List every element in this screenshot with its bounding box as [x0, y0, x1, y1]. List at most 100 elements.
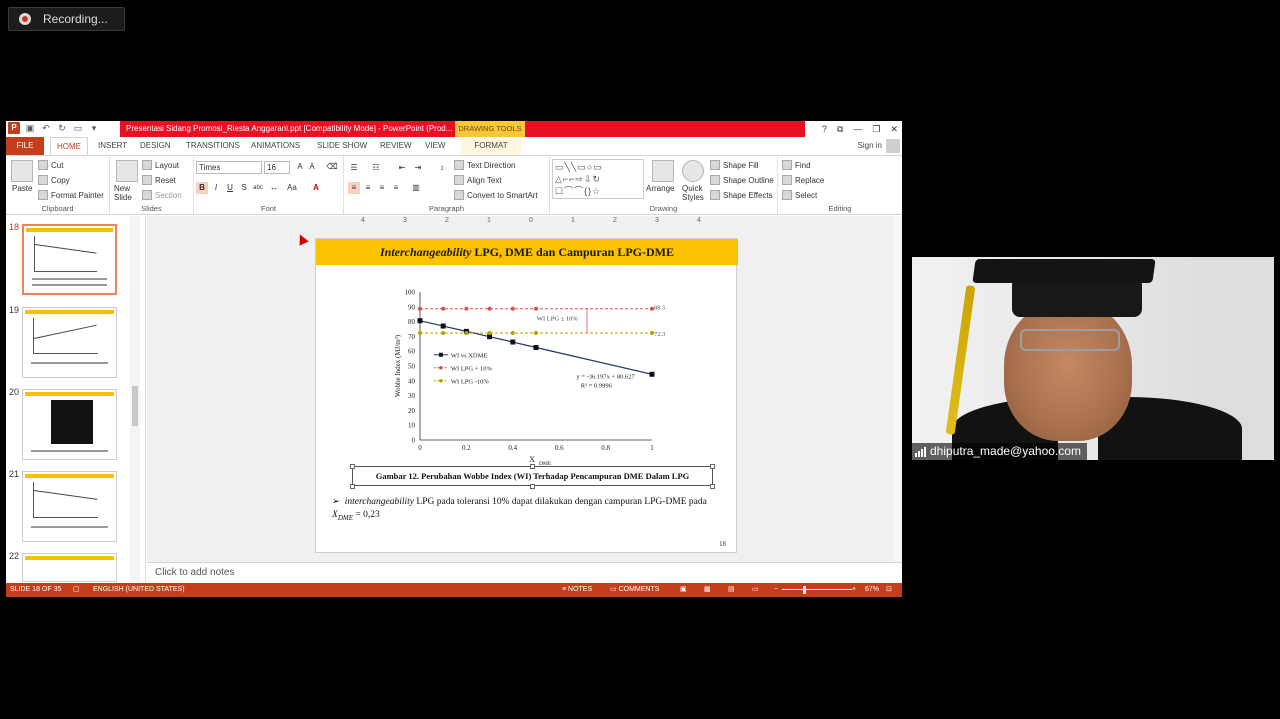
tab-insert[interactable]: INSERT	[98, 137, 127, 155]
resize-handle[interactable]	[350, 484, 355, 489]
customize-qat-icon[interactable]: ▾	[88, 122, 100, 134]
tab-animations[interactable]: ANIMATIONS	[251, 137, 300, 155]
line-spacing-icon[interactable]: ↕	[436, 162, 448, 174]
tab-design[interactable]: DESIGN	[140, 137, 171, 155]
close-icon[interactable]: ✕	[890, 121, 898, 137]
new-slide-button[interactable]: New Slide	[114, 184, 144, 202]
slide-bullet[interactable]: ➢ interchangeability LPG pada toleransi …	[332, 496, 722, 525]
thumbnail-slide-21[interactable]	[22, 471, 117, 542]
italic-icon[interactable]: I	[210, 182, 222, 194]
align-right-icon[interactable]: ≡	[376, 182, 388, 194]
tab-format[interactable]: FORMAT	[461, 137, 521, 155]
align-left-icon[interactable]: ≡	[348, 182, 360, 194]
clear-format-icon[interactable]: ⌫	[326, 161, 338, 173]
change-case-icon[interactable]: Aa	[286, 182, 298, 194]
undo-icon[interactable]: ↶	[40, 122, 52, 134]
font-size-box[interactable]: 16	[264, 161, 290, 174]
recording-indicator[interactable]: Recording...	[8, 7, 125, 31]
columns-icon[interactable]: ▥	[410, 182, 422, 194]
fit-slide-icon[interactable]: ⊡	[886, 583, 892, 597]
spellcheck-icon[interactable]: ▢	[73, 583, 80, 597]
resize-handle[interactable]	[530, 464, 535, 469]
wobbe-index-chart[interactable]: 0 10 20 30 40 50 60 70 80 90 100 0 0.2 0.4 0.6 0.8 1 Wobb…	[316, 265, 738, 466]
save-icon[interactable]: ▣	[24, 122, 36, 134]
shape-outline-button[interactable]: Shape Outline	[710, 175, 774, 185]
shape-effects-button[interactable]: Shape Effects	[710, 190, 773, 200]
decrease-indent-icon[interactable]: ⇤	[396, 162, 408, 174]
cut-button[interactable]: Cut	[38, 160, 63, 170]
zoom-level[interactable]: 67%	[865, 583, 879, 597]
reading-view-icon[interactable]: ▤	[728, 583, 735, 597]
grow-font-icon[interactable]: A	[294, 161, 306, 173]
zoom-slider-knob[interactable]	[803, 586, 806, 594]
format-painter-button[interactable]: Format Painter	[38, 190, 104, 200]
tab-file[interactable]: FILE	[6, 137, 44, 155]
thumbnails-scrollbar[interactable]	[130, 216, 140, 582]
webcam-video[interactable]: dhiputra_made@yahoo.com	[912, 257, 1274, 460]
convert-smartart-button[interactable]: Convert to SmartArt	[454, 190, 538, 200]
underline-icon[interactable]: U	[224, 182, 236, 194]
arrange-icon[interactable]	[652, 160, 674, 182]
bold-icon[interactable]: B	[196, 182, 208, 194]
font-color-icon[interactable]: A	[310, 182, 322, 194]
quick-styles-icon[interactable]	[682, 160, 704, 182]
select-button[interactable]: Select	[782, 190, 817, 200]
text-direction-button[interactable]: Text Direction	[454, 160, 515, 170]
shrink-font-icon[interactable]: A	[306, 161, 318, 173]
zoom-in-icon[interactable]: +	[852, 583, 856, 597]
tab-review[interactable]: REVIEW	[380, 137, 412, 155]
section-button[interactable]: Section	[142, 190, 182, 200]
increase-indent-icon[interactable]: ⇥	[412, 162, 424, 174]
figure-caption[interactable]: Gambar 12. Perubahan Wobbe Index (WI) Te…	[352, 466, 713, 486]
tab-home[interactable]: HOME	[50, 137, 88, 155]
zoom-slider[interactable]	[782, 589, 852, 590]
redo-icon[interactable]: ↻	[56, 122, 68, 134]
language[interactable]: ENGLISH (UNITED STATES)	[93, 583, 185, 597]
quick-styles-button[interactable]: Quick Styles	[682, 184, 706, 202]
layout-button[interactable]: Layout	[142, 160, 179, 170]
resize-handle[interactable]	[350, 464, 355, 469]
thumbnail-slide-20[interactable]	[22, 389, 117, 460]
current-slide[interactable]: Interchangeability LPG, DME dan Campuran…	[315, 238, 738, 553]
resize-handle[interactable]	[710, 464, 715, 469]
help-icon[interactable]: ?	[822, 121, 827, 137]
align-text-button[interactable]: Align Text	[454, 175, 502, 185]
find-button[interactable]: Find	[782, 160, 811, 170]
slideshow-icon[interactable]: ▭	[752, 583, 759, 597]
thumbnail-slide-19[interactable]	[22, 307, 117, 378]
minimize-icon[interactable]: —	[853, 121, 862, 137]
tab-view[interactable]: VIEW	[425, 137, 445, 155]
font-name-box[interactable]: Times	[196, 161, 262, 174]
notes-pane[interactable]: Click to add notes	[147, 562, 902, 582]
account-icon[interactable]	[886, 139, 900, 153]
bullets-icon[interactable]: ☰	[348, 162, 360, 174]
notes-button[interactable]: ≡ NOTES	[562, 583, 592, 597]
align-center-icon[interactable]: ≡	[362, 182, 374, 194]
zoom-out-icon[interactable]: −	[774, 583, 778, 597]
start-slideshow-icon[interactable]: ▭	[72, 122, 84, 134]
shapes-gallery[interactable]: ▭╲╲▭○▭ △⌐⌐⇨⇩↻ ☐⌒⌒{}☆	[552, 159, 644, 199]
restore-icon[interactable]: ❐	[872, 121, 880, 137]
justify-icon[interactable]: ≡	[390, 182, 402, 194]
resize-handle[interactable]	[710, 484, 715, 489]
shadow-icon[interactable]: S	[238, 182, 250, 194]
editor-scrollbar[interactable]	[894, 216, 902, 562]
ribbon-display-icon[interactable]: ⧉	[837, 121, 843, 137]
paste-icon[interactable]	[11, 160, 33, 182]
scroll-thumb[interactable]	[132, 386, 138, 426]
copy-button[interactable]: Copy	[38, 175, 70, 185]
thumbnail-slide-18[interactable]	[22, 224, 117, 295]
strikethrough-icon[interactable]: abc	[252, 182, 264, 194]
new-slide-icon[interactable]	[116, 160, 138, 182]
tab-slide-show[interactable]: SLIDE SHOW	[317, 137, 367, 155]
resize-handle[interactable]	[530, 484, 535, 489]
shape-fill-button[interactable]: Shape Fill	[710, 160, 759, 170]
paste-button[interactable]: Paste	[12, 184, 32, 193]
slide-sorter-icon[interactable]: ▦	[704, 583, 711, 597]
char-spacing-icon[interactable]: ↔	[268, 182, 280, 194]
arrange-button[interactable]: Arrange	[646, 184, 674, 193]
reset-button[interactable]: Reset	[142, 175, 176, 185]
slide-title[interactable]: Interchangeability LPG, DME dan Campuran…	[316, 239, 738, 265]
comments-button[interactable]: ▭ COMMENTS	[610, 583, 659, 597]
normal-view-icon[interactable]: ▣	[680, 583, 687, 597]
